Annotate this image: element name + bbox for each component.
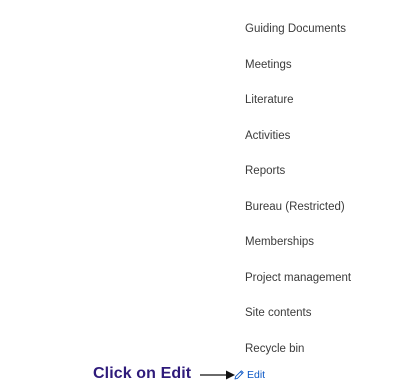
pencil-icon[interactable] bbox=[233, 369, 245, 381]
nav-item-meetings[interactable]: Meetings bbox=[245, 55, 351, 91]
nav-item-project-management[interactable]: Project management bbox=[245, 268, 351, 304]
arrow-right-icon bbox=[200, 370, 235, 380]
nav-item-memberships[interactable]: Memberships bbox=[245, 232, 351, 268]
nav-item-literature[interactable]: Literature bbox=[245, 90, 351, 126]
nav-item-bureau-restricted[interactable]: Bureau (Restricted) bbox=[245, 197, 351, 233]
annotation-label: Click on Edit bbox=[93, 365, 192, 382]
nav-item-activities[interactable]: Activities bbox=[245, 126, 351, 162]
site-navigation: Guiding Documents Meetings Literature Ac… bbox=[245, 19, 351, 374]
edit-row: Click on Edit Edit bbox=[0, 365, 411, 387]
edit-link[interactable]: Edit bbox=[247, 369, 265, 381]
nav-item-guiding-documents[interactable]: Guiding Documents bbox=[245, 19, 351, 55]
nav-item-reports[interactable]: Reports bbox=[245, 161, 351, 197]
nav-item-site-contents[interactable]: Site contents bbox=[245, 303, 351, 339]
